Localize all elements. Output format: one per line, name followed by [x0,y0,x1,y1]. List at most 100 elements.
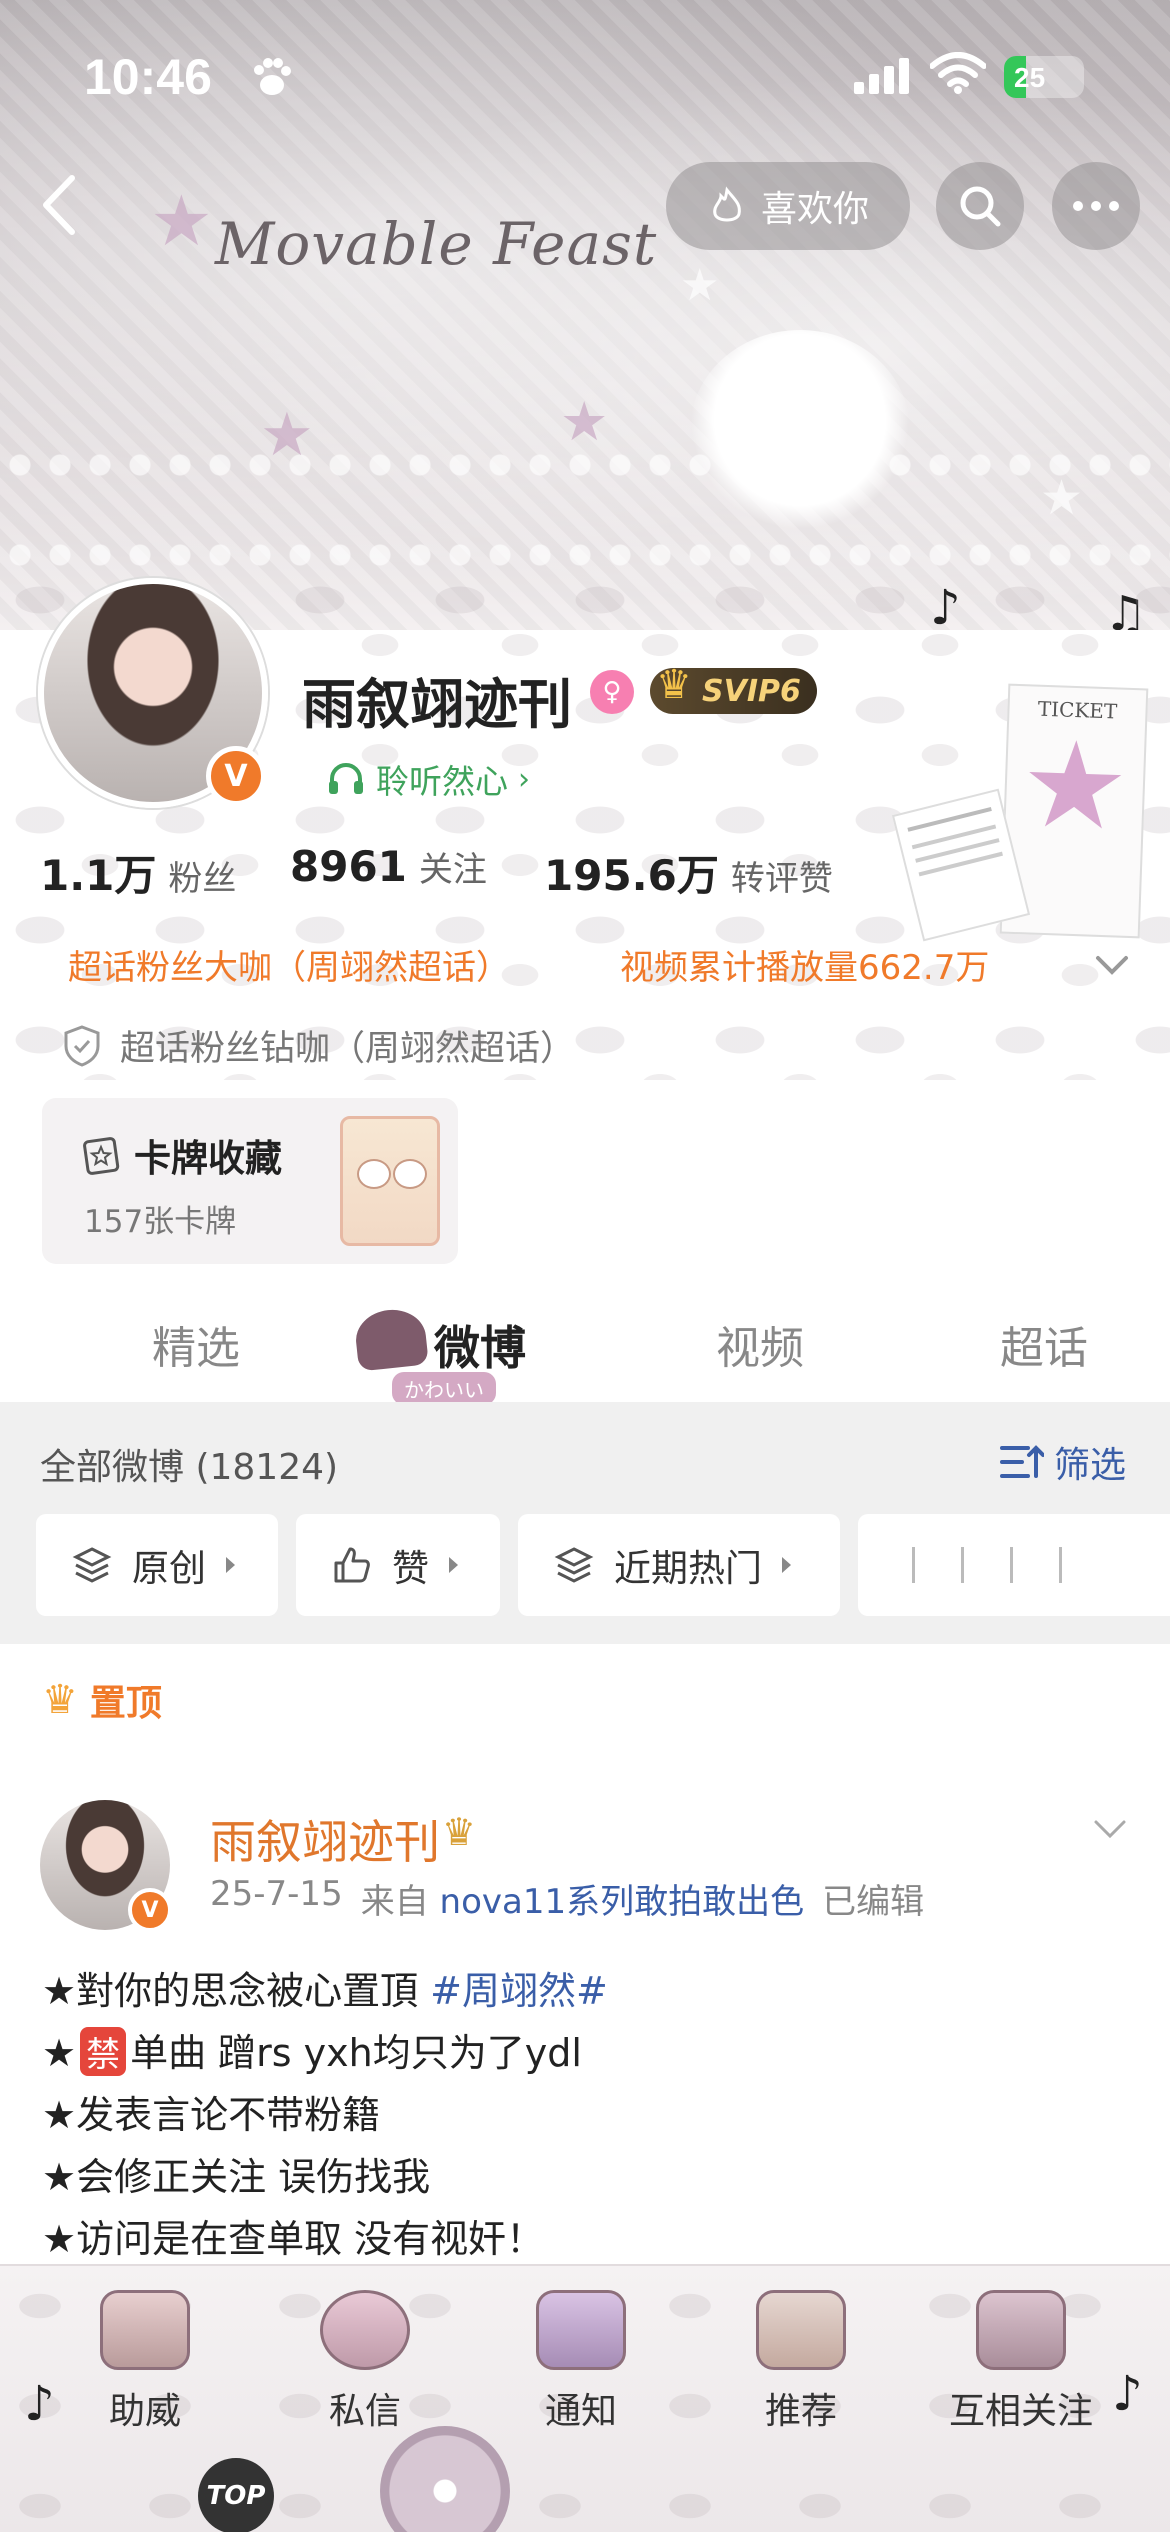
bottom-tab-label: 通知 [544,2391,617,2432]
wifi-icon [930,52,986,94]
pinned-label: 置顶 [89,1683,162,1724]
music-note-decoration: ♪ [1112,2366,1143,2422]
chip-recent-hot[interactable]: 近期热门 [518,1514,840,1616]
post-date: 25-7-15 [210,1874,343,1914]
bottom-tab-cheer[interactable]: 助威 [60,2290,230,2434]
chevron-right-icon: › [518,761,530,797]
card-collection-title: 卡牌收藏 [134,1137,282,1180]
devil-pet-icon [536,2290,626,2370]
battery-indicator: 25 [1004,56,1084,98]
card-collection[interactable]: 卡牌收藏 157张卡牌 [42,1098,458,1264]
stat-followers[interactable]: 1.1万 粉丝 [40,842,236,903]
post-from-label: 来自 [360,1882,429,1922]
headphones-icon [329,763,363,794]
post-author-name[interactable]: 雨叙翊迹刊 [210,1806,440,1872]
crown-icon: ♛ [442,1810,477,1854]
tab-weibo[interactable]: 微博 かわいい [353,1300,536,1405]
status-time: 10:46 [84,49,212,105]
verified-badge: V [128,1888,172,1932]
stat-value: 1.1万 [40,851,157,900]
filter-icon [1000,1445,1044,1478]
tab-weibo-label: 微博 [434,1321,526,1375]
star-decoration: ★ [150,180,213,262]
stat-label: 粉丝 [168,859,237,899]
diamond-fan-tag[interactable]: 超话粉丝钻咖（周翊然超话） [62,1020,575,1071]
filter-label: 筛选 [1054,1445,1127,1486]
chip-likes[interactable]: 赞 [296,1514,500,1616]
tab-super-topic[interactable]: 超话 [1000,1312,1088,1376]
video-plays-tag[interactable]: 视频累计播放量662.7万 [620,940,989,989]
post-line: ★会修正关注 误伤找我 [42,2155,431,2199]
chevron-down-icon[interactable] [1090,1808,1130,1848]
bottom-tab-notifications[interactable]: 通知 [496,2290,666,2434]
more-icon [1073,201,1119,211]
scroll-to-top-button[interactable]: TOP [198,2458,274,2532]
card-collection-title-row: 卡牌收藏 [80,1128,282,1182]
bottom-tab-recommend[interactable]: 推荐 [716,2290,886,2434]
crown-icon: ♛ [656,662,692,708]
chip-original[interactable]: 原创 [36,1514,278,1616]
post-line: ★发表言论不带粉籍 [42,2093,381,2137]
all-weibo-count: 全部微博 (18124) [40,1447,339,1488]
svip-badge[interactable]: ♛ SVIP6 [650,662,817,714]
chip-label: 原创 [132,1547,206,1590]
post-line-text: ★對你的思念被心置頂 [42,1969,431,2013]
back-button[interactable] [30,170,90,240]
bottom-tab-mutual-follow[interactable]: 互相关注 [936,2290,1106,2434]
stat-value: 8961 [290,842,407,891]
post-meta: 25-7-15 来自 nova11系列敢拍敢出色 已编辑 [210,1874,924,1923]
tab-kawaii-decoration: かわいい [392,1372,496,1405]
female-gender-icon: ♀ [590,670,634,714]
shield-check-icon [64,1024,100,1067]
layers-icon [554,1547,594,1583]
comb-icon [976,2290,1066,2370]
search-button[interactable] [936,162,1024,250]
cd-decoration [380,2426,510,2532]
crown-icon: ♛ [42,1677,78,1723]
post-from: 来自 nova11系列敢拍敢出色 [361,1874,804,1923]
star-decoration: ★ [260,400,314,470]
plush-decoration [690,330,910,530]
bottom-tab-label: 互相关注 [948,2391,1093,2432]
chip-more-partial[interactable] [858,1514,1170,1616]
chip-label: 近期热门 [614,1547,762,1590]
diamond-fan-label: 超话粉丝钻咖（周翊然超话） [120,1029,576,1069]
super-topic-fan-tag[interactable]: 超话粉丝大咖（周翊然超话） [68,940,510,989]
signal-icon [854,58,909,94]
chip-label: 赞 [392,1547,429,1590]
chip-arrow-icon [226,1557,235,1573]
bottom-tab-label: 私信 [328,2391,401,2432]
layers-icon [72,1547,112,1583]
filter-button[interactable]: 筛选 [1000,1436,1126,1488]
svip-label: SVIP6 [702,673,801,709]
verified-badge: V [206,746,266,806]
hashtag-link[interactable]: #周翊然# [430,1969,608,2013]
thumbs-up-icon [334,1547,370,1583]
camera-icon [100,2290,190,2370]
stat-following[interactable]: 8961 关注 [290,842,487,891]
more-button[interactable] [1052,162,1140,250]
post-line-text: 单曲 蹭rs yxh均只为了ydl [130,2031,582,2075]
tab-featured[interactable]: 精选 [152,1312,240,1376]
bottom-tab-messages[interactable]: 私信 [280,2290,450,2434]
post-device[interactable]: nova11系列敢拍敢出色 [440,1882,805,1922]
star-decoration: ★ [560,390,609,453]
star-decoration: ★ [1040,470,1084,526]
paw-icon [254,58,291,95]
tab-video[interactable]: 视频 [716,1312,804,1376]
bottom-tab-bar: 助威 私信 通知 推荐 互相关注 ♪ ♪ [0,2264,1170,2532]
pinned-label-row: ♛ 置顶 [42,1674,162,1726]
feed-filter-area: 全部微博 (18124) 筛选 原创 赞 近期热门 [0,1402,1170,1644]
star-decoration: ★ [680,260,720,311]
stat-value: 195.6万 [544,851,719,900]
chip-arrow-icon [449,1557,458,1573]
search-icon [960,186,1001,227]
like-you-button[interactable]: 喜欢你 [666,162,910,250]
bottom-tab-label: 推荐 [764,2391,837,2432]
mirror-icon [320,2290,410,2370]
listen-link[interactable]: 聆听然心 › [326,755,530,803]
bottom-tab-label: 助威 [108,2391,181,2432]
chevron-down-icon[interactable] [1092,944,1132,984]
profile-name: 雨叙翊迹刊 [302,673,572,736]
ticket-star-icon: ★ [1018,715,1132,858]
